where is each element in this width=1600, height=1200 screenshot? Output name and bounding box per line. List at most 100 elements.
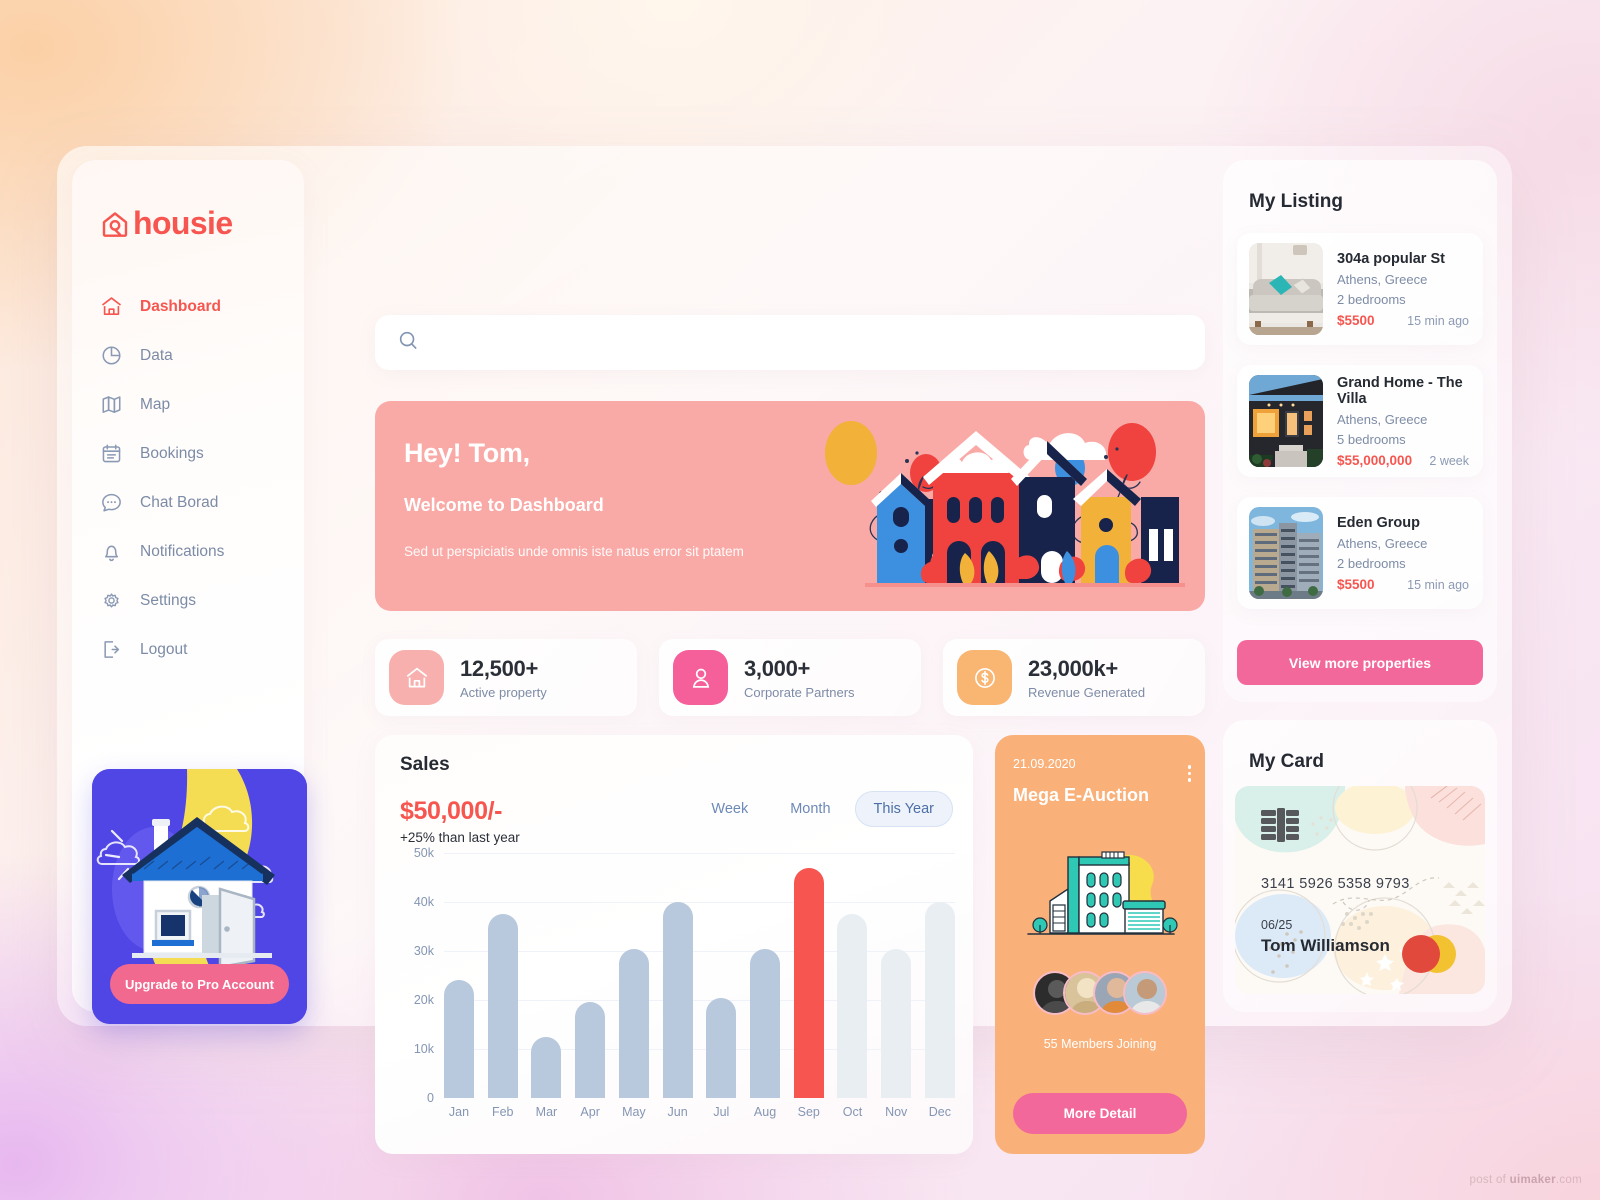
stat-label: Active property	[460, 684, 547, 700]
bar-column[interactable]	[924, 853, 955, 1098]
bar[interactable]	[750, 948, 781, 1098]
my-card-panel: My Card 3141 5926 5358 9793 06/25 Tom Wi…	[1223, 720, 1497, 1012]
sidebar-item-chat-board[interactable]: Chat Borad	[98, 478, 298, 527]
my-listing-title: My Listing	[1249, 191, 1343, 212]
auction-card: 21.09.2020 Mega E-Auction 55 Members Joi…	[995, 735, 1205, 1154]
welcome-banner: Hey! Tom, Welcome to Dashboard Sed ut pe…	[375, 401, 1205, 611]
kebab-menu-icon[interactable]	[1187, 765, 1191, 782]
x-axis-tick: Nov	[885, 1105, 908, 1119]
bar[interactable]	[793, 867, 824, 1098]
auction-date: 21.09.2020	[1013, 757, 1076, 771]
bar-column[interactable]	[750, 853, 781, 1098]
range-month-button[interactable]: Month	[772, 792, 848, 826]
bar-column[interactable]	[444, 853, 474, 1098]
sidebar-item-dashboard[interactable]: Dashboard	[98, 282, 298, 331]
range-this-year-button[interactable]: This Year	[854, 791, 953, 827]
listing-price: $5500	[1337, 576, 1375, 592]
sidebar-nav: Dashboard Data Map Bookings Chat Borad N…	[98, 282, 298, 674]
list-item[interactable]: 304a popular St Athens, Greece 2 bedroom…	[1237, 233, 1483, 345]
bell-icon	[98, 539, 124, 565]
search-input[interactable]	[433, 334, 1183, 351]
bar[interactable]	[662, 902, 693, 1098]
sidebar-item-settings[interactable]: Settings	[98, 576, 298, 625]
bar[interactable]	[837, 914, 868, 1098]
stats-row: 12,500+ Active property 3,000+ Corporate…	[375, 639, 1205, 716]
bar[interactable]	[924, 902, 955, 1098]
map-icon	[98, 392, 124, 418]
sales-bar-chart: 0 10k 20k 30k 40k 50k Jan Feb Mar Apr May Jun Jul Au…	[400, 846, 955, 1140]
more-detail-button[interactable]: More Detail	[1013, 1093, 1187, 1134]
sidebar-item-label: Settings	[140, 591, 197, 609]
listing-location: Athens, Greece	[1337, 535, 1428, 551]
gear-icon	[98, 588, 124, 614]
watermark-prefix: post of	[1469, 1174, 1510, 1186]
list-item[interactable]: Eden Group Athens, Greece 2 bedrooms $55…	[1237, 497, 1483, 609]
sales-amount: $50,000/-	[400, 797, 503, 825]
sidebar-item-logout[interactable]: Logout	[98, 625, 298, 674]
bar-column[interactable]	[706, 853, 737, 1098]
bar[interactable]	[706, 997, 737, 1098]
logout-icon	[98, 637, 124, 663]
bar-column[interactable]	[531, 853, 562, 1098]
bar-column[interactable]	[837, 853, 868, 1098]
x-axis-tick: Sep	[797, 1105, 820, 1119]
listing-name: Eden Group	[1337, 514, 1420, 531]
list-item[interactable]: Grand Home - The Villa Athens, Greece 5 …	[1237, 365, 1483, 477]
bar-column[interactable]	[618, 853, 649, 1098]
sidebar-item-label: Notifications	[140, 542, 225, 560]
bar[interactable]	[531, 1036, 562, 1098]
sidebar-item-notifications[interactable]: Notifications	[98, 527, 298, 576]
stat-label: Corporate Partners	[744, 684, 855, 700]
range-week-button[interactable]: Week	[693, 792, 766, 826]
sidebar-item-label: Chat Borad	[140, 493, 219, 511]
listing-time: 15 min ago	[1407, 313, 1469, 328]
sales-delta: +25% than last year	[400, 830, 520, 845]
listing-bedrooms: 5 bedrooms	[1337, 431, 1406, 447]
person-icon	[673, 650, 728, 705]
plot-area	[444, 853, 955, 1098]
y-axis-tick: 50k	[413, 846, 434, 860]
range-selector: Week Month This Year	[693, 791, 953, 827]
upgrade-to-pro-button[interactable]: Upgrade to Pro Account	[110, 964, 289, 1004]
y-axis-tick: 40k	[413, 895, 434, 909]
bar-column[interactable]	[881, 853, 912, 1098]
bar[interactable]	[575, 1002, 606, 1098]
bar[interactable]	[444, 980, 474, 1098]
building-illustration	[1020, 845, 1180, 945]
card-expiry: 06/25	[1261, 918, 1293, 932]
welcome-description: Sed ut perspiciatis unde omnis iste natu…	[404, 544, 744, 559]
card-holder-name: Tom Williamson	[1261, 936, 1390, 955]
search-bar[interactable]	[375, 315, 1205, 370]
bar[interactable]	[487, 914, 518, 1098]
mastercard-icon	[1399, 934, 1465, 974]
listing-location: Athens, Greece	[1337, 271, 1428, 287]
view-more-properties-button[interactable]: View more properties	[1237, 640, 1483, 685]
upgrade-promo-card: Upgrade to Pro Account	[92, 769, 307, 1024]
bar-column[interactable]	[793, 853, 824, 1098]
bar[interactable]	[618, 948, 649, 1098]
listing-price: $5500	[1337, 312, 1375, 328]
search-icon	[397, 329, 419, 356]
sidebar: housie Dashboard Data Map Bookings Chat …	[72, 160, 307, 1024]
sidebar-item-label: Bookings	[140, 444, 204, 462]
sidebar-item-label: Logout	[140, 640, 188, 658]
sidebar-item-data[interactable]: Data	[98, 331, 298, 380]
x-axis-tick: Jun	[667, 1105, 688, 1119]
listing-bedrooms: 2 bedrooms	[1337, 291, 1406, 307]
x-axis-tick: Dec	[928, 1105, 952, 1119]
brand-logo[interactable]: housie	[101, 205, 233, 242]
credit-card: 3141 5926 5358 9793 06/25 Tom Williamson	[1235, 786, 1485, 994]
bar-column[interactable]	[575, 853, 606, 1098]
welcome-subtitle: Welcome to Dashboard	[404, 495, 604, 515]
sidebar-item-map[interactable]: Map	[98, 380, 298, 429]
bar-column[interactable]	[662, 853, 693, 1098]
bar-column[interactable]	[487, 853, 518, 1098]
card-chip-icon	[1261, 808, 1301, 842]
sidebar-item-bookings[interactable]: Bookings	[98, 429, 298, 478]
bar[interactable]	[881, 948, 912, 1098]
houses-illustration	[805, 401, 1205, 611]
avatar	[1123, 971, 1167, 1015]
member-avatars	[995, 971, 1205, 1015]
listing-price: $55,000,000	[1337, 452, 1413, 468]
x-axis-tick: May	[622, 1105, 646, 1119]
